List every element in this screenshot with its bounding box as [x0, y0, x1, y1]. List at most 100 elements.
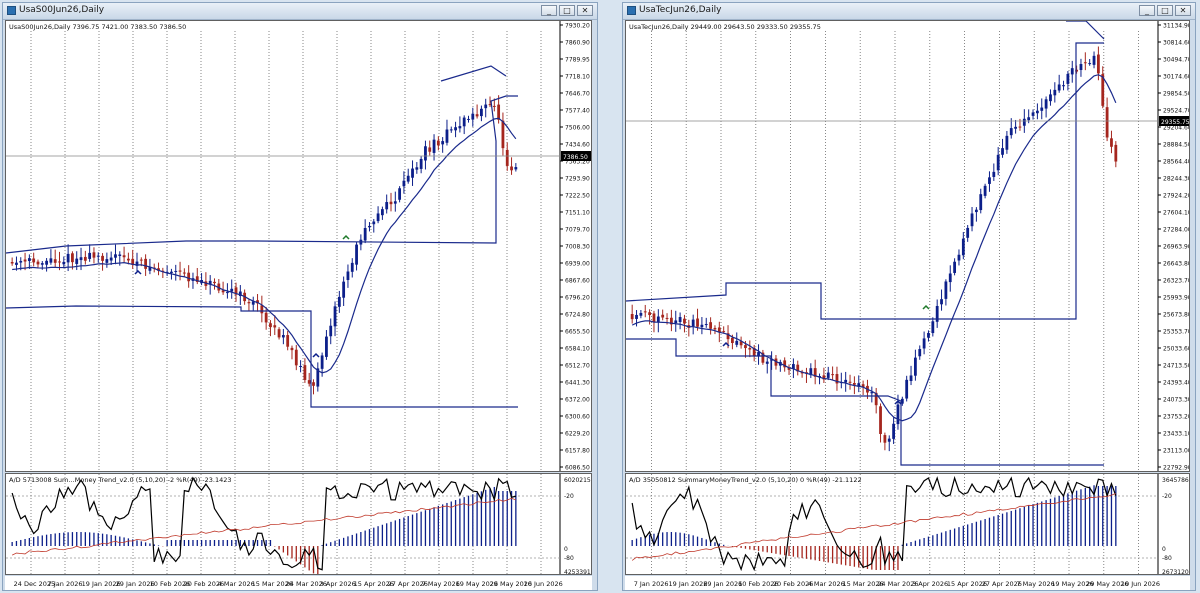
- date-label: 7 Jan 2026: [634, 580, 669, 588]
- price-label: 6372.00: [565, 397, 590, 404]
- bull-candle: [635, 314, 638, 319]
- close-button[interactable]: ✕: [1175, 5, 1191, 16]
- maximize-button[interactable]: □: [559, 5, 575, 16]
- bear-candle: [665, 317, 669, 319]
- bear-candle: [696, 318, 699, 327]
- bear-candle: [722, 331, 726, 333]
- bull-candle: [913, 357, 917, 376]
- date-label: 7 Jan 2026: [48, 580, 83, 588]
- window-titlebar[interactable]: UsaTecJun26,Daily _ □ ✕: [623, 3, 1195, 20]
- close-button[interactable]: ✕: [577, 5, 593, 16]
- price-label: 6724.80: [565, 312, 590, 319]
- price-label: 31134.90: [1163, 23, 1189, 30]
- bull-candle: [953, 261, 957, 273]
- bull-candle: [948, 273, 952, 283]
- bear-candle: [748, 348, 752, 350]
- price-label: 7293.90: [565, 176, 590, 183]
- window-title: UsaS00Jun26,Daily: [19, 5, 105, 15]
- bear-candle: [683, 318, 686, 324]
- indicator-panel[interactable]: A/D 35050812 SummaryMoneyTrend_v2.0 (5,1…: [625, 473, 1193, 576]
- bull-candle: [325, 336, 328, 357]
- bull-candle: [678, 317, 682, 323]
- bull-candle: [449, 129, 453, 131]
- window-titlebar[interactable]: UsaS00Jun26,Daily _ □ ✕: [3, 3, 597, 20]
- channel-line: [626, 338, 1104, 466]
- price-label: 29524.70: [1163, 108, 1189, 115]
- current-price-label: 7386.50: [563, 154, 588, 161]
- bull-candle: [1049, 94, 1052, 102]
- price-label: 25033.60: [1163, 346, 1189, 353]
- current-price-label: 29355.75: [1161, 119, 1189, 126]
- bull-candle: [735, 340, 739, 345]
- indicator-label: -80: [564, 555, 574, 562]
- bull-candle: [918, 349, 922, 357]
- date-label: 4 Mar 2026: [218, 580, 255, 588]
- bear-candle: [852, 382, 856, 385]
- bull-candle: [905, 379, 909, 399]
- price-label: 6441.30: [565, 380, 590, 387]
- minimize-button[interactable]: _: [1139, 5, 1155, 16]
- bull-candle: [415, 167, 419, 170]
- bear-candle: [182, 272, 186, 274]
- bull-candle: [909, 375, 913, 382]
- bear-candle: [389, 201, 393, 205]
- bear-candle: [277, 329, 281, 338]
- indicator-canvas[interactable]: A/D 35050812 SummaryMoneyTrend_v2.0 (5,1…: [626, 474, 1193, 576]
- price-label: 27604.10: [1163, 210, 1189, 217]
- time-axis: 24 Dec 2025 7 Jan 2026 19 Jan 2026 29 Jan 2…: [5, 576, 592, 590]
- bear-candle: [730, 337, 734, 344]
- bull-candle: [454, 127, 457, 131]
- bull-candle: [996, 154, 1000, 171]
- channel-line: [1066, 20, 1105, 40]
- price-label: 7222.50: [565, 193, 590, 200]
- bull-candle: [368, 225, 371, 228]
- bull-candle: [299, 365, 302, 367]
- chart-window-usas00[interactable]: UsaS00Jun26,Daily _ □ ✕ UsaS00Jun26,Dail…: [2, 2, 598, 591]
- bull-candle: [467, 118, 470, 120]
- bull-candle: [333, 306, 337, 327]
- maximize-button[interactable]: □: [1157, 5, 1173, 16]
- bear-candle: [71, 253, 74, 263]
- price-chart-panel[interactable]: UsaTecJun26,Daily 29449.00 29643.50 2933…: [625, 20, 1192, 472]
- bull-candle: [1031, 112, 1035, 116]
- price-label: 7646.70: [565, 91, 590, 98]
- time-axis-labels: 24 Dec 20257 Jan 2026 19 Jan 202629 Jan 2…: [14, 580, 563, 588]
- price-label: 7008.30: [565, 244, 590, 251]
- price-chart-canvas[interactable]: UsaS00Jun26,Daily 7396.75 7421.00 7383.5…: [5, 21, 592, 472]
- minimize-button[interactable]: _: [541, 5, 557, 16]
- bear-candle: [260, 305, 264, 314]
- price-chart-canvas[interactable]: UsaTecJun26,Daily 29449.00 29643.50 2933…: [625, 20, 1192, 472]
- bull-candle: [1027, 117, 1031, 121]
- bull-candle: [639, 312, 643, 316]
- indicator-label: -20: [564, 493, 574, 500]
- indicator-label: 36457869: [1162, 477, 1189, 484]
- indicator-label: -20: [1162, 493, 1172, 500]
- bear-candle: [10, 262, 14, 264]
- bull-candle: [350, 262, 354, 272]
- price-label: 24073.30: [1163, 397, 1189, 404]
- indicator-canvas[interactable]: A/D 5713008 Sum…Money Trend_v2.0 (5,10,2…: [6, 474, 591, 577]
- bull-candle: [96, 255, 100, 257]
- price-label: 6584.10: [565, 346, 590, 353]
- bull-candle: [979, 194, 983, 211]
- bear-candle: [510, 166, 513, 171]
- bull-candle: [1088, 63, 1092, 65]
- indicator-panel[interactable]: A/D 5713008 Sum…Money Trend_v2.0 (5,10,2…: [5, 473, 592, 577]
- bull-candle: [1035, 110, 1039, 114]
- ad-line: [11, 497, 516, 556]
- bull-candle: [226, 292, 229, 294]
- chart-window-usatec[interactable]: UsaTecJun26,Daily _ □ ✕ UsaTecJun26,Dail…: [622, 2, 1196, 591]
- bull-candle: [15, 262, 18, 265]
- bull-candle: [940, 299, 943, 305]
- bear-candle: [475, 114, 479, 117]
- bear-candle: [1083, 62, 1087, 64]
- bull-candle: [424, 146, 427, 161]
- price-chart-panel[interactable]: UsaS00Jun26,Daily 7396.75 7421.00 7383.5…: [5, 20, 592, 472]
- bull-candle: [109, 257, 113, 261]
- bull-candle: [484, 104, 488, 109]
- price-label: 29854.50: [1163, 91, 1189, 98]
- bear-candle: [883, 435, 887, 443]
- indicator-label: 0: [1162, 546, 1166, 553]
- price-label: 25353.70: [1163, 329, 1189, 336]
- bull-candle: [970, 213, 974, 227]
